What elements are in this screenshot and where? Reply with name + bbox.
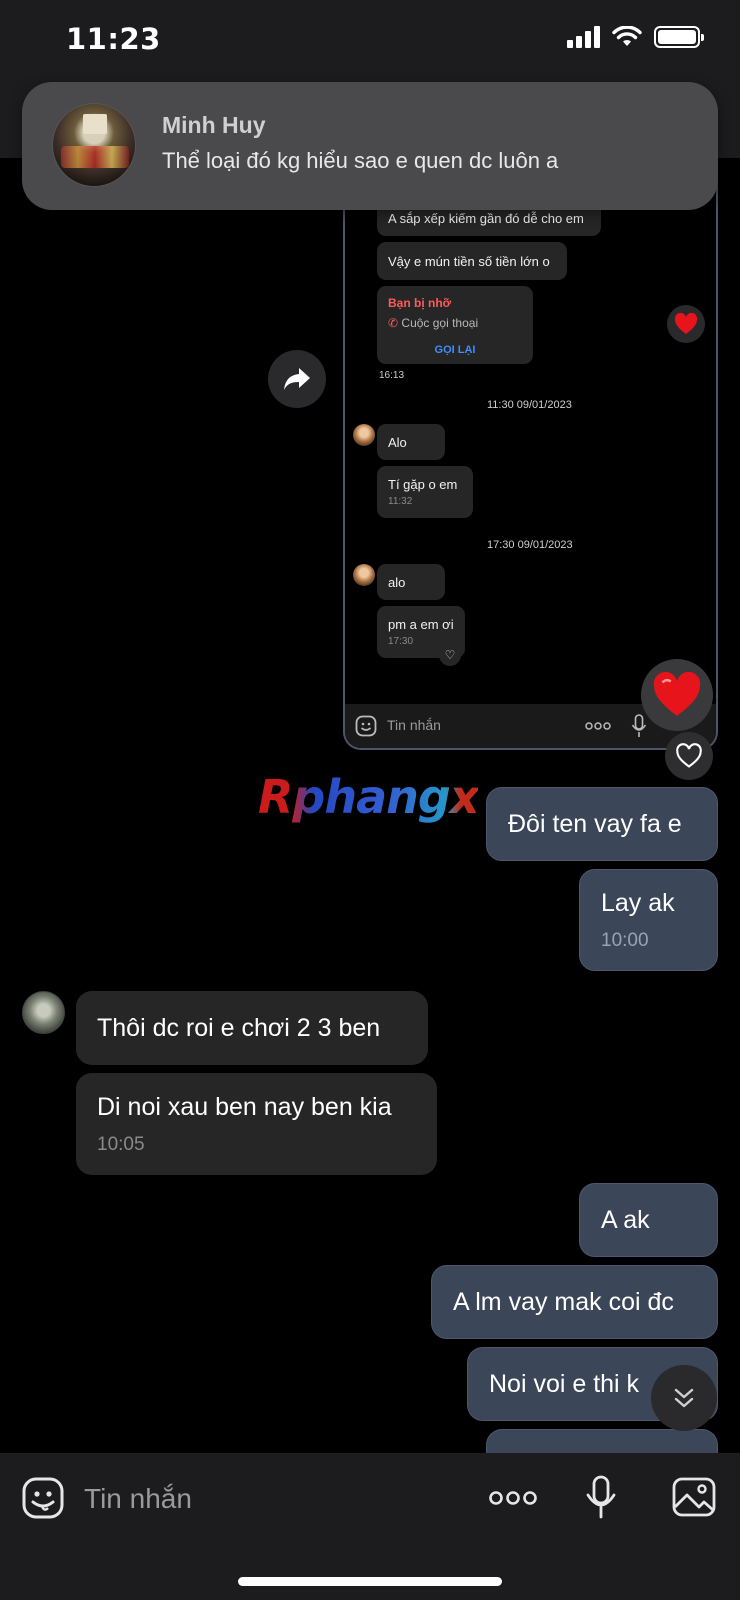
embedded-avatar: [353, 424, 375, 446]
forwarded-screenshot[interactable]: A sắp xếp kiếm gần đó dễ cho em Vậy e mú…: [343, 150, 718, 750]
heart-reaction[interactable]: [667, 305, 705, 343]
embedded-message-time: 16:13: [379, 370, 405, 381]
outgoing-message[interactable]: A lm vay mak coi đc: [431, 1265, 718, 1339]
sticker-icon[interactable]: [22, 1477, 64, 1519]
status-bar: 11:23: [0, 0, 740, 80]
embedded-mic-icon: [631, 714, 647, 737]
embedded-message: Alo: [377, 424, 445, 460]
status-icons: [567, 26, 704, 48]
notification-sender: Minh Huy: [162, 112, 266, 138]
heart-outline-icon: [676, 743, 702, 768]
notification-banner[interactable]: Minh Huy Thể loại đó kg hiểu sao e quen …: [22, 82, 718, 210]
message-time: 10:05: [97, 1133, 145, 1155]
microphone-icon[interactable]: [585, 1475, 617, 1519]
red-heart-icon: [674, 313, 698, 334]
missed-call-title: Bạn bị nhỡ: [388, 296, 452, 310]
heart-reaction-large[interactable]: [641, 659, 713, 731]
embedded-input-placeholder: Tin nhắn: [387, 717, 441, 733]
embedded-date-stamp: 17:30 09/01/2023: [487, 539, 573, 551]
outgoing-message[interactable]: Đôi ten vay fa e: [486, 787, 718, 861]
home-indicator: [238, 1577, 502, 1586]
embedded-avatar: [353, 564, 375, 586]
incoming-message[interactable]: Thôi dc roi e chơi 2 3 ben: [76, 991, 428, 1065]
cellular-signal-icon: [567, 26, 600, 48]
missed-call-subtitle: ✆ Cuộc gọi thoại: [388, 316, 479, 330]
call-back-button: GỌI LẠI: [434, 344, 476, 356]
embedded-more-icon: [585, 722, 611, 730]
message-time: 10:00: [601, 929, 649, 951]
embedded-heart-icon: ♡: [439, 644, 461, 666]
more-options-icon[interactable]: [489, 1483, 537, 1513]
embedded-message: Tí gặp o em 11:32: [377, 466, 473, 518]
notification-avatar: [52, 103, 136, 187]
forward-button[interactable]: [268, 350, 326, 408]
embedded-message: Vậy e mún tiền số tiền lớn o: [377, 242, 567, 280]
embedded-sticker-icon: [355, 715, 377, 737]
outgoing-message[interactable]: Lay ak 10:00: [579, 869, 718, 971]
red-heart-icon: [653, 672, 701, 716]
notification-message: Thể loại đó kg hiểu sao e quen dc luôn a: [162, 148, 559, 173]
image-icon[interactable]: [672, 1477, 716, 1517]
missed-call-icon: ✆: [388, 316, 399, 330]
status-time: 11:23: [66, 22, 161, 56]
wifi-icon: [612, 26, 642, 46]
incoming-message[interactable]: Di noi xau ben nay ben kia 10:05: [76, 1073, 437, 1175]
sender-avatar[interactable]: [22, 991, 65, 1034]
watermark-logo: Rphangx: [258, 770, 479, 824]
message-input[interactable]: Tin nhắn: [84, 1483, 192, 1515]
embedded-message: alo: [377, 564, 445, 600]
missed-call-card: Bạn bị nhỡ ✆ Cuộc gọi thoại GỌI LẠI: [377, 286, 533, 364]
forward-arrow-icon: [284, 368, 310, 390]
double-chevron-down-icon: [674, 1388, 694, 1408]
react-button[interactable]: [665, 732, 713, 780]
outgoing-message[interactable]: A ak: [579, 1183, 718, 1257]
scroll-to-bottom-button[interactable]: [651, 1365, 717, 1431]
embedded-date-stamp: 11:30 09/01/2023: [487, 399, 572, 411]
battery-icon: [654, 26, 704, 48]
